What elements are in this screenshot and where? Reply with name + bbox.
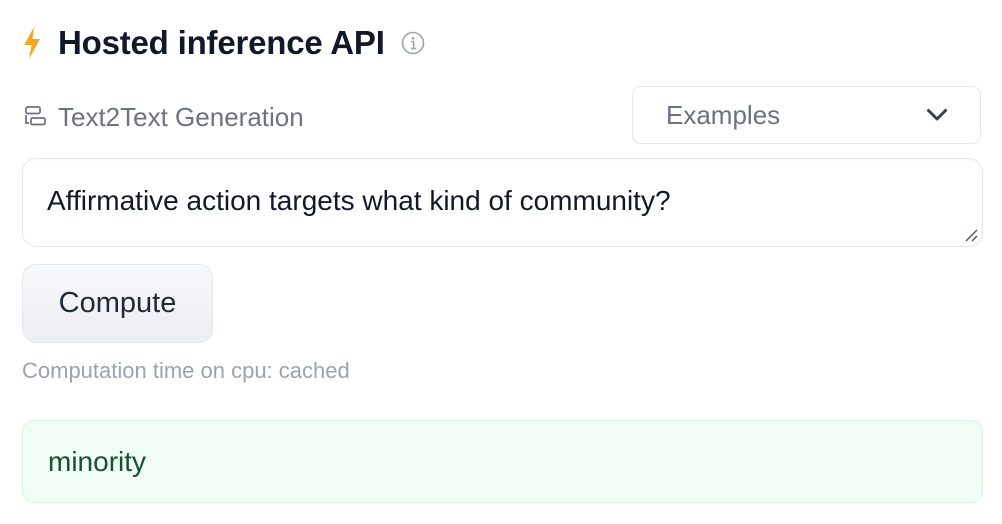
chevron-down-icon — [926, 108, 948, 122]
widget-title: Hosted inference API — [58, 24, 385, 61]
examples-label: Examples — [666, 99, 781, 130]
output-box: minority — [22, 420, 983, 503]
computation-time: Computation time on cpu: cached — [22, 358, 350, 383]
output-text: minority — [48, 445, 147, 477]
examples-dropdown[interactable]: Examples — [632, 86, 981, 144]
task-type: Text2Text Generation — [22, 100, 304, 134]
text2text-icon — [22, 104, 48, 130]
task-label: Text2Text Generation — [58, 101, 304, 132]
compute-button[interactable]: Compute — [22, 264, 213, 343]
input-value: Affirmative action targets what kind of … — [47, 185, 671, 216]
widget-header: Hosted inference API — [22, 22, 425, 64]
info-icon[interactable] — [401, 31, 425, 55]
resize-handle-icon[interactable] — [964, 228, 978, 242]
lightning-bolt-icon — [22, 26, 42, 60]
text-input[interactable]: Affirmative action targets what kind of … — [22, 158, 983, 247]
